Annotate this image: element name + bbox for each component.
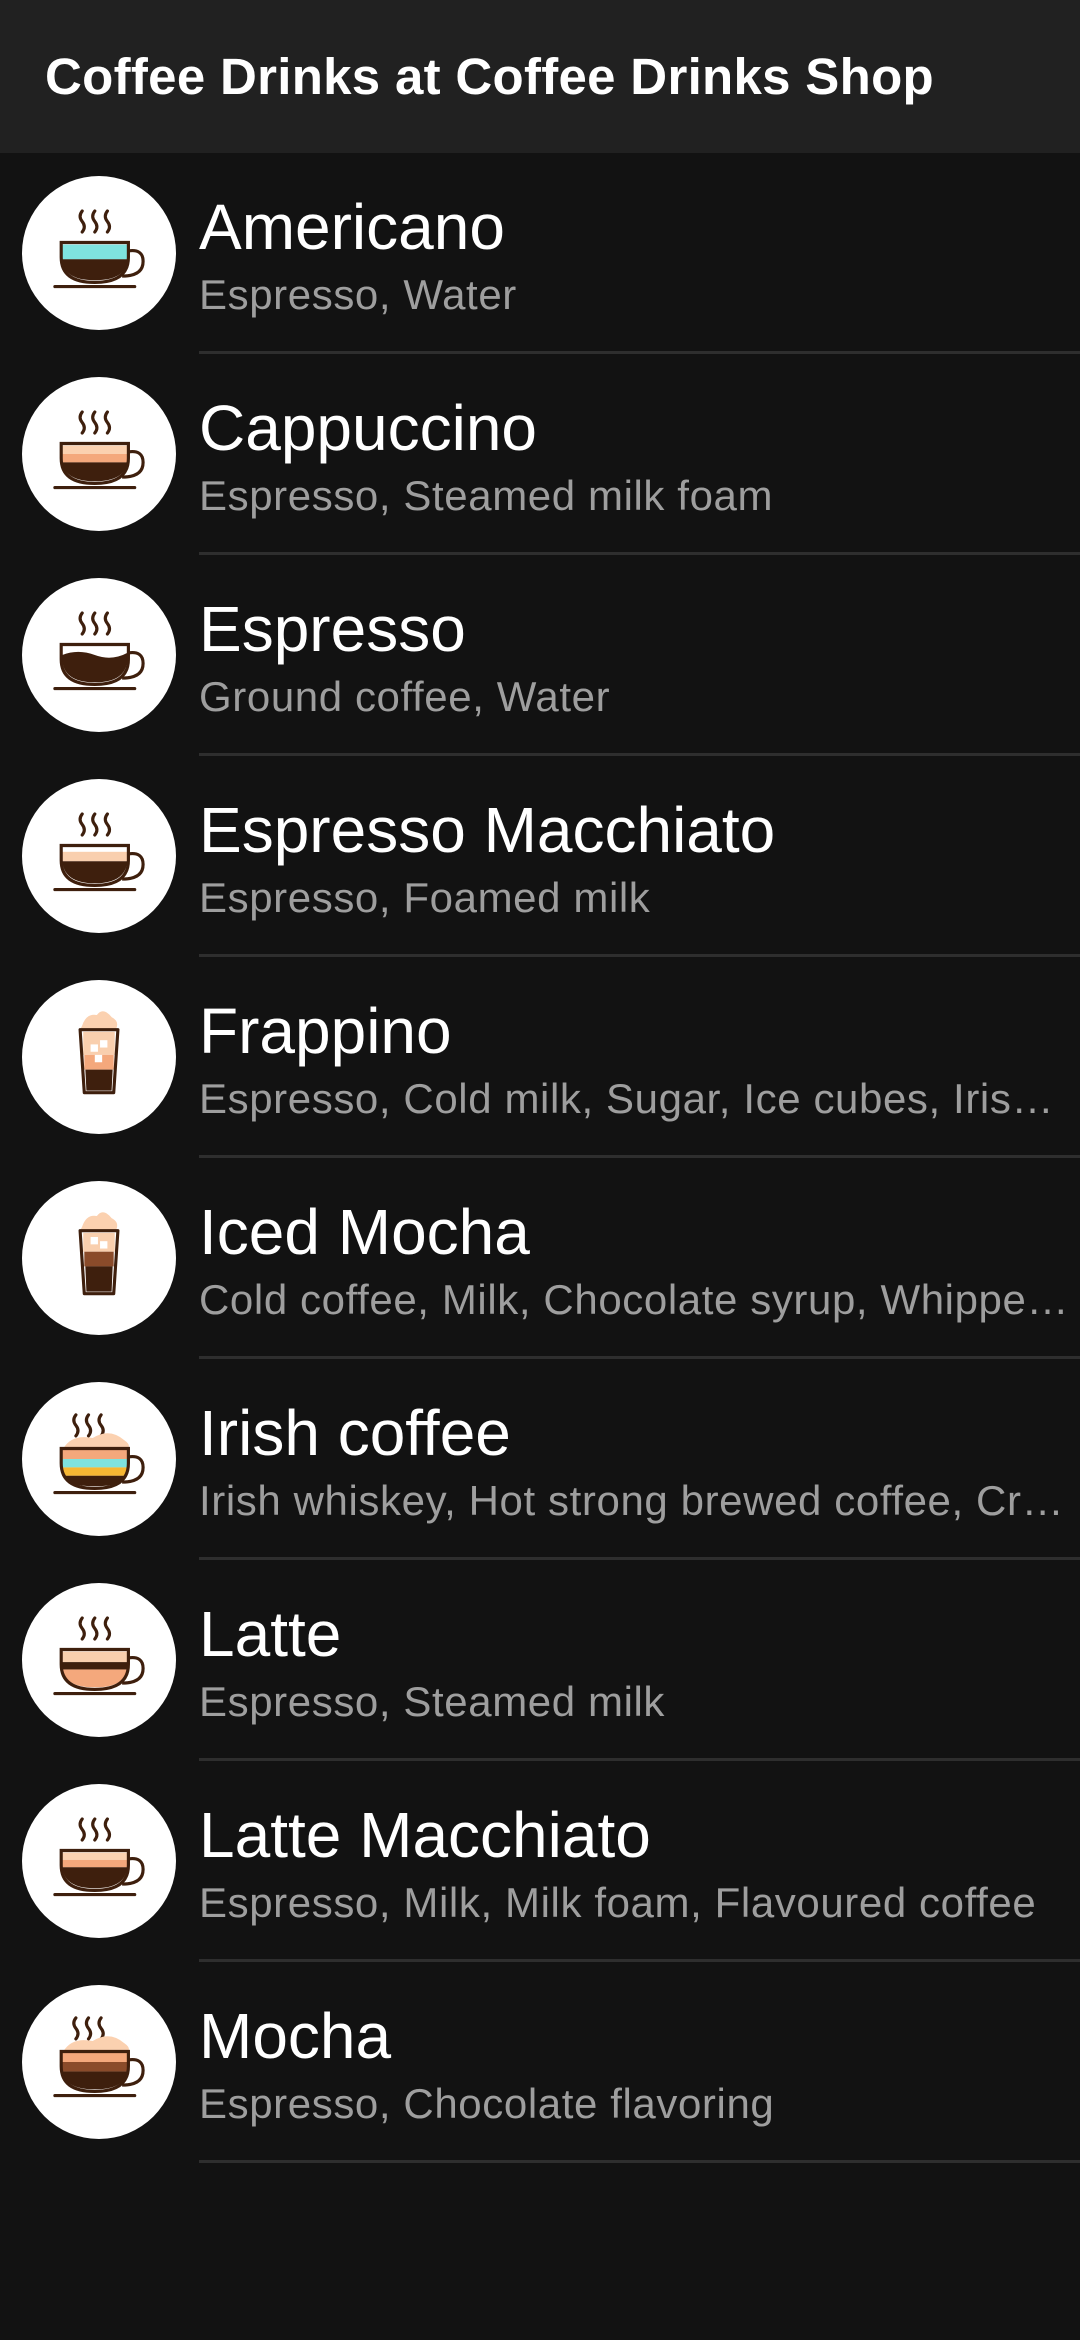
drink-name: Frappino — [199, 995, 452, 1067]
drink-name: Irish coffee — [199, 1397, 511, 1469]
espresso-cup-icon — [22, 578, 176, 732]
irish-coffee-cup-icon — [22, 1382, 176, 1536]
page-title: Coffee Drinks at Coffee Drinks Shop — [45, 48, 934, 105]
drink-list[interactable]: Americano Espresso, Water Cappuccino Esp… — [0, 153, 1080, 2163]
drink-ingredients: Irish whiskey, Hot strong brewed coffee,… — [199, 1477, 1069, 1524]
list-item-espresso-macchiato[interactable]: Espresso Macchiato Espresso, Foamed milk — [0, 756, 1080, 957]
latte-macchiato-cup-icon — [22, 1784, 176, 1938]
list-item-latte[interactable]: Latte Espresso, Steamed milk — [0, 1560, 1080, 1761]
app-bar: Coffee Drinks at Coffee Drinks Shop — [0, 0, 1080, 153]
iced-mocha-glass-icon — [22, 1181, 176, 1335]
drink-name: Cappuccino — [199, 392, 537, 464]
list-item-irish-coffee[interactable]: Irish coffee Irish whiskey, Hot strong b… — [0, 1359, 1080, 1560]
divider — [199, 2160, 1080, 2163]
cappuccino-cup-icon — [22, 377, 176, 531]
list-item-iced-mocha[interactable]: Iced Mocha Cold coffee, Milk, Chocolate … — [0, 1158, 1080, 1359]
macchiato-cup-icon — [22, 779, 176, 933]
drink-name: Iced Mocha — [199, 1196, 530, 1268]
frappino-glass-icon — [22, 980, 176, 1134]
drink-ingredients: Espresso, Milk, Milk foam, Flavoured cof… — [199, 1879, 1037, 1926]
americano-cup-icon — [22, 176, 176, 330]
drink-name: Espresso Macchiato — [199, 794, 776, 866]
list-item-cappuccino[interactable]: Cappuccino Espresso, Steamed milk foam — [0, 354, 1080, 555]
list-item-americano[interactable]: Americano Espresso, Water — [0, 153, 1080, 354]
list-item-mocha[interactable]: Mocha Espresso, Chocolate flavoring — [0, 1962, 1080, 2163]
drink-name: Latte Macchiato — [199, 1799, 651, 1871]
drink-ingredients: Espresso, Steamed milk — [199, 1678, 666, 1725]
list-item-espresso[interactable]: Espresso Ground coffee, Water — [0, 555, 1080, 756]
drink-name: Americano — [199, 191, 505, 263]
drink-ingredients: Ground coffee, Water — [199, 673, 611, 720]
drink-ingredients: Espresso, Cold milk, Sugar, Ice cubes, I… — [199, 1075, 1069, 1122]
drink-name: Mocha — [199, 2000, 392, 2072]
list-item-frappino[interactable]: Frappino Espresso, Cold milk, Sugar, Ice… — [0, 957, 1080, 1158]
latte-cup-icon — [22, 1583, 176, 1737]
drink-ingredients: Espresso, Steamed milk foam — [199, 472, 774, 519]
drink-ingredients: Cold coffee, Milk, Chocolate syrup, Whip… — [199, 1276, 1069, 1323]
list-item-latte-macchiato[interactable]: Latte Macchiato Espresso, Milk, Milk foa… — [0, 1761, 1080, 1962]
drink-ingredients: Espresso, Foamed milk — [199, 874, 651, 921]
mocha-cup-icon — [22, 1985, 176, 2139]
drink-name: Latte — [199, 1598, 342, 1670]
drink-name: Espresso — [199, 593, 466, 665]
drink-ingredients: Espresso, Water — [199, 271, 517, 318]
drink-ingredients: Espresso, Chocolate flavoring — [199, 2080, 775, 2127]
